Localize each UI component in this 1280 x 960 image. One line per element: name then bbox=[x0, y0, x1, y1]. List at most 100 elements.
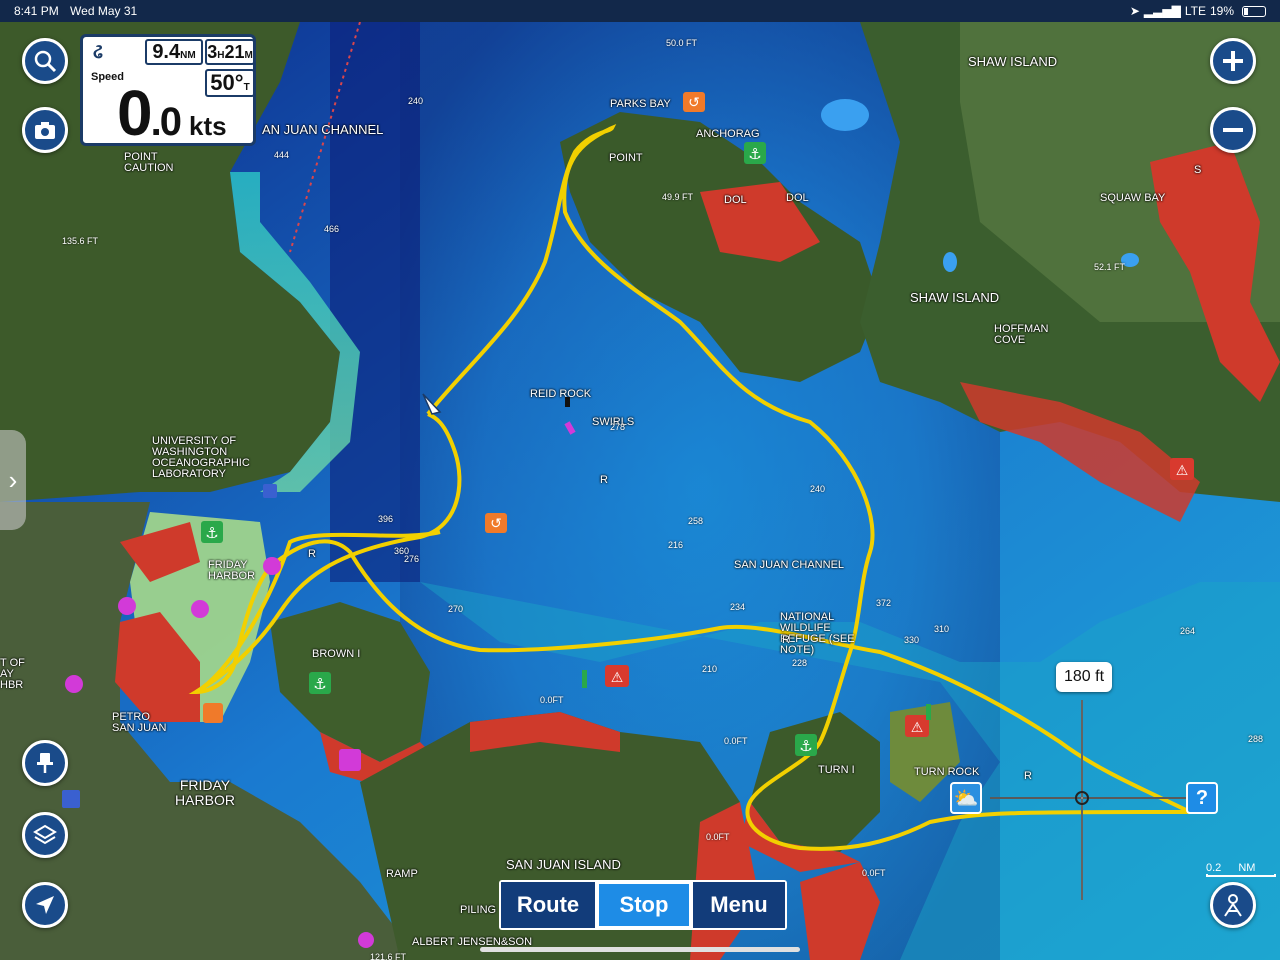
help-icon: ? bbox=[1195, 786, 1209, 809]
label-r-1: R bbox=[308, 548, 316, 560]
label-parks-bay: PARKS BAY bbox=[610, 98, 671, 110]
distance-unit: NM bbox=[180, 50, 196, 61]
weather-button[interactable]: ⛅ bbox=[950, 782, 982, 814]
label-petro: PETRO SAN JUAN bbox=[112, 711, 167, 734]
depth-sounding: 216 bbox=[668, 540, 684, 550]
distance-value: 9.4 bbox=[152, 41, 181, 63]
hazard-icon-2[interactable]: ⚠ bbox=[905, 715, 929, 737]
pin-button[interactable] bbox=[22, 740, 68, 786]
depth-sounding: 0.0FT bbox=[862, 868, 886, 878]
depth-sounding: 288 bbox=[1248, 734, 1264, 744]
label-piling: PILING bbox=[460, 904, 497, 916]
time-minutes: 21 bbox=[224, 42, 245, 62]
track-logo-icon: ઢ bbox=[93, 41, 103, 63]
depth-sounding: 0.0FT bbox=[540, 695, 564, 705]
label-hoffman-cove: HOFFMAN COVE bbox=[994, 323, 1049, 346]
depth-sounding: 50.0 FT bbox=[666, 38, 698, 48]
distance-readout: 9.4NM bbox=[145, 39, 203, 65]
label-s: S bbox=[1194, 164, 1202, 176]
depth-sounding: 228 bbox=[792, 658, 808, 668]
depth-sounding: 135.6 FT bbox=[62, 236, 99, 246]
speed-decimal: .0 bbox=[150, 100, 182, 144]
anchorage-icon[interactable]: ⚓ bbox=[744, 142, 766, 164]
menu-tab[interactable]: Menu bbox=[693, 882, 785, 928]
depth-sounding: 258 bbox=[688, 516, 704, 526]
label-point: POINT bbox=[609, 152, 643, 164]
label-dol-1: DOL bbox=[724, 194, 747, 206]
label-friday-harbor-small: FRIDAY HARBOR bbox=[208, 559, 256, 582]
speed-value: 0.0 bbox=[117, 81, 182, 152]
label-national-refuge: NATIONAL WILDLIFE REFUGE (SEE NOTE) bbox=[780, 611, 855, 656]
battery-percent: 19% bbox=[1209, 4, 1234, 18]
side-panel-handle[interactable]: › bbox=[0, 430, 26, 530]
label-dol-2: DOL bbox=[786, 192, 809, 204]
zoom-out-button[interactable] bbox=[1210, 107, 1256, 153]
svg-text:⚓: ⚓ bbox=[205, 524, 218, 542]
elapsed-time-readout: 3H21M bbox=[205, 39, 255, 65]
depth-sounding: 360 bbox=[394, 546, 410, 556]
label-squaw-bay: SQUAW BAY bbox=[1100, 192, 1166, 204]
scale-unit: NM bbox=[1238, 862, 1256, 874]
fuel-dock-icon[interactable] bbox=[203, 703, 223, 723]
label-anchorage: ANCHORAG bbox=[696, 128, 760, 140]
layers-button[interactable] bbox=[22, 812, 68, 858]
signal-icon: ▂▃▅▇ bbox=[1143, 4, 1181, 18]
zoom-in-button[interactable] bbox=[1210, 38, 1256, 84]
route-tab[interactable]: Route bbox=[501, 882, 595, 928]
label-san-juan-channel: SAN JUAN CHANNEL bbox=[734, 559, 845, 571]
label-point-caution: POINT CAUTION bbox=[124, 151, 174, 174]
hazard-icon-3[interactable]: ⚠ bbox=[1170, 458, 1194, 480]
camera-icon bbox=[35, 122, 55, 139]
instrument-panel[interactable]: ઢ 9.4NM 3H21M Speed 50°T 0.0 kts bbox=[80, 34, 256, 146]
time-minutes-unit: M bbox=[244, 50, 253, 61]
label-ramp: RAMP bbox=[386, 868, 418, 880]
locate-button[interactable] bbox=[22, 882, 68, 928]
anchorage-icon-2[interactable]: ⚓ bbox=[201, 521, 223, 543]
label-reid-rock: REID ROCK bbox=[530, 388, 592, 400]
depth-sounding: 52.1 FT bbox=[1094, 262, 1126, 272]
depth-sounding: 121.6 FT bbox=[370, 952, 407, 960]
info-button[interactable]: ? bbox=[1186, 782, 1218, 814]
hazard-icon[interactable]: ⚠ bbox=[605, 665, 629, 687]
weather-icon: ⛅ bbox=[953, 787, 979, 810]
speed-unit: kts bbox=[189, 111, 227, 141]
chevron-right-icon: › bbox=[8, 464, 18, 495]
label-turn-island: TURN I bbox=[818, 764, 855, 776]
minus-icon bbox=[1223, 128, 1243, 132]
label-brown-island: BROWN I bbox=[312, 648, 361, 660]
depth-sounding: 270 bbox=[448, 604, 464, 614]
marina-icon[interactable]: ↺ bbox=[683, 92, 705, 112]
heading-readout: 50°T bbox=[205, 69, 255, 97]
crosshair bbox=[990, 700, 1190, 900]
depth-sounding: 372 bbox=[876, 598, 892, 608]
time-hours: 3 bbox=[207, 42, 218, 62]
depth-sounding: 49.9 FT bbox=[662, 192, 694, 202]
location-arrow-icon bbox=[36, 896, 54, 914]
marina-icon-2[interactable]: ↺ bbox=[485, 513, 507, 533]
battery-icon bbox=[1242, 5, 1266, 17]
location-arrow-status-icon: ➤ bbox=[1129, 4, 1140, 18]
svg-text:⚠: ⚠ bbox=[911, 720, 924, 736]
depth-sounding: 264 bbox=[1180, 626, 1196, 636]
stop-tab[interactable]: Stop bbox=[597, 882, 691, 928]
depth-sounding: 396 bbox=[378, 514, 394, 524]
pin-icon bbox=[37, 753, 53, 773]
svg-text:⚠: ⚠ bbox=[611, 670, 624, 686]
measure-tool[interactable]: 180 ft ⛅ ? bbox=[950, 660, 1230, 900]
label-shaw-island-north: SHAW ISLAND bbox=[968, 54, 1058, 69]
depth-sounding: 278 bbox=[610, 422, 626, 432]
svg-text:↺: ↺ bbox=[490, 516, 502, 532]
label-harbor-left: T OF AY HBR bbox=[0, 657, 25, 691]
label-r-2: R bbox=[600, 474, 608, 486]
heading-value: 50° bbox=[210, 70, 244, 95]
depth-sounding: 0.0FT bbox=[724, 736, 748, 746]
label-university: UNIVERSITY OF WASHINGTON OCEANOGRAPHIC L… bbox=[152, 435, 250, 480]
depth-sounding: 330 bbox=[904, 635, 920, 645]
depth-sounding: 0.0FT bbox=[706, 832, 730, 842]
svg-text:⚠: ⚠ bbox=[1176, 463, 1189, 479]
anchorage-icon-3[interactable]: ⚓ bbox=[309, 672, 331, 694]
label-shaw-island: SHAW ISLAND bbox=[910, 290, 1000, 305]
anchorage-icon-4[interactable]: ⚓ bbox=[795, 734, 817, 756]
search-button[interactable] bbox=[22, 38, 68, 84]
camera-button[interactable] bbox=[22, 107, 68, 153]
